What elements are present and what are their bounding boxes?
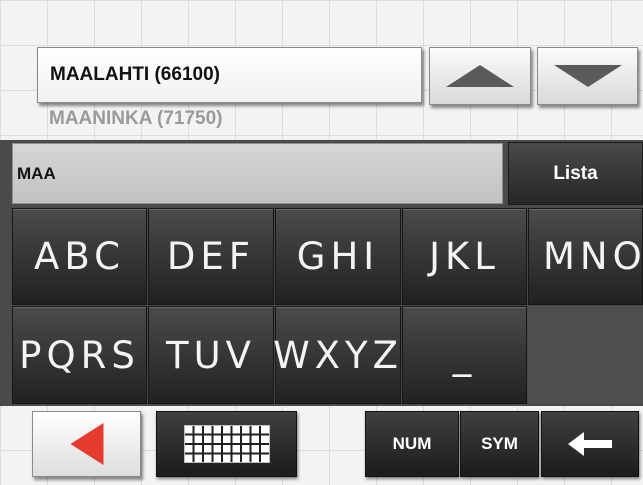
- keyboard-layout-button[interactable]: [156, 411, 297, 477]
- next-result-text[interactable]: MAANINKA (71750): [49, 108, 223, 130]
- sym-button[interactable]: SYM: [460, 411, 539, 477]
- num-button[interactable]: NUM: [365, 411, 459, 477]
- key-tuv[interactable]: TUV: [148, 306, 274, 404]
- triangle-up-icon: [446, 65, 514, 87]
- key-def[interactable]: DEF: [148, 208, 274, 305]
- empty-key-slot: [528, 306, 643, 404]
- scroll-down-button[interactable]: [537, 47, 638, 105]
- key-ghi[interactable]: GHI: [275, 208, 401, 305]
- search-input-value: MAA: [17, 163, 56, 183]
- key-abc[interactable]: ABC: [12, 208, 147, 305]
- key-mno[interactable]: MNO: [528, 208, 643, 305]
- selected-result-text: MAALAHTI (66100): [50, 64, 220, 85]
- key-jkl[interactable]: JKL: [402, 208, 527, 305]
- key-pqrs[interactable]: PQRS: [12, 306, 147, 404]
- keyboard-grid-icon: [183, 425, 270, 463]
- triangle-left-icon: [70, 423, 103, 465]
- scroll-up-button[interactable]: [429, 47, 531, 105]
- triangle-down-icon: [553, 65, 622, 87]
- back-button[interactable]: [32, 411, 141, 477]
- backspace-button[interactable]: [541, 411, 639, 477]
- selected-result-field[interactable]: MAALAHTI (66100): [37, 47, 422, 103]
- arrow-left-icon: [568, 432, 612, 456]
- key-space[interactable]: _: [402, 306, 527, 404]
- list-button[interactable]: Lista: [508, 142, 643, 205]
- key-wxyz[interactable]: WXYZ: [273, 306, 401, 404]
- search-input[interactable]: MAA: [12, 143, 503, 204]
